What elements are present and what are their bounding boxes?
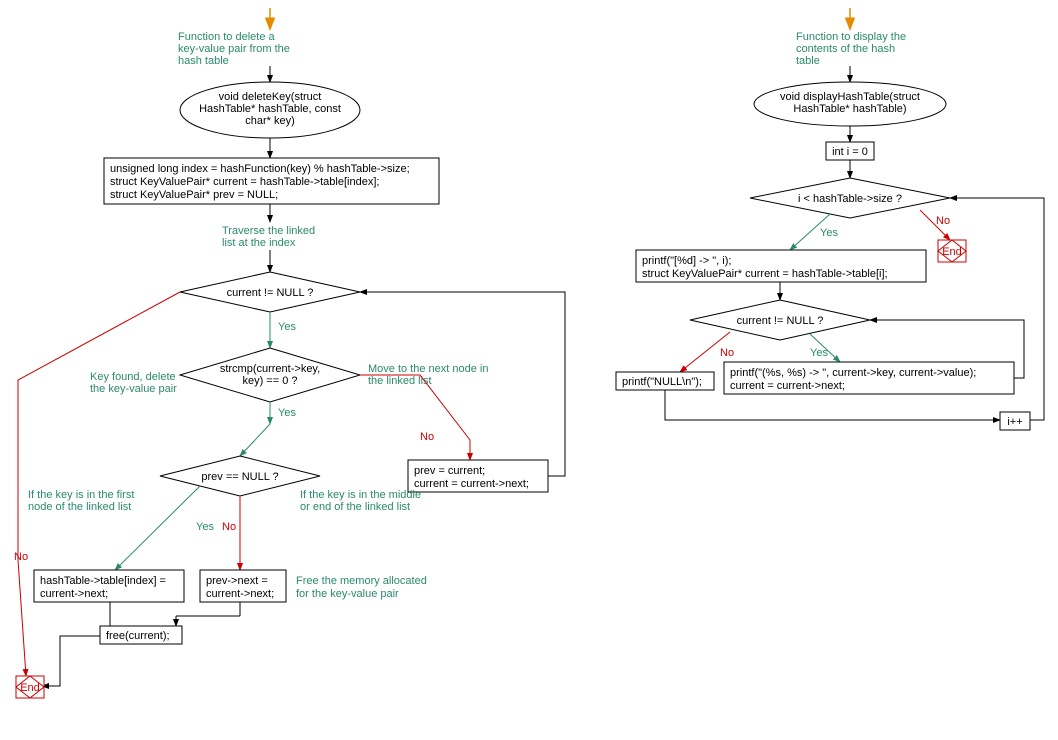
comment-text: Function to delete a — [178, 31, 276, 43]
node-label: current = current->next; — [730, 380, 845, 392]
flowchart-canvas: Function to delete a key-value pair from… — [0, 0, 1058, 740]
comment-text: the linked list — [368, 375, 432, 387]
comment-text: Key found, delete — [90, 371, 176, 383]
edge-label: No — [14, 551, 28, 563]
node-label: void displayHashTable(struct — [780, 91, 920, 103]
comment-text: list at the index — [222, 237, 296, 249]
node-label: hashTable->table[index] = — [40, 575, 166, 587]
node-label: unsigned long index = hashFunction(key) … — [110, 163, 410, 175]
comment-text: key-value pair from the — [178, 43, 290, 55]
comment-text: the key-value pair — [90, 383, 177, 395]
edge-label: No — [420, 431, 434, 443]
node-label: End — [20, 682, 40, 694]
node-label: struct KeyValuePair* current = hashTable… — [110, 176, 379, 188]
edge-yes — [240, 424, 270, 456]
edge-label: Yes — [196, 521, 214, 533]
node-label: prev == NULL ? — [201, 471, 278, 483]
node-label: char* key) — [245, 115, 295, 127]
comment-text: contents of the hash — [796, 43, 895, 55]
edge — [42, 636, 100, 686]
node-label: prev = current; — [414, 465, 485, 477]
node-label: current != NULL ? — [737, 315, 824, 327]
edge-label: No — [222, 521, 236, 533]
node-label: free(current); — [106, 630, 170, 642]
comment-text: If the key is in the first — [28, 489, 134, 501]
edge-label: Yes — [278, 407, 296, 419]
edge-label: No — [720, 347, 734, 359]
node-label: End — [942, 246, 962, 258]
comment-text: Move to the next node in — [368, 363, 488, 375]
node-label: printf("NULL\n"); — [622, 376, 702, 388]
comment-text: If the key is in the middle — [300, 489, 421, 501]
node-label: current->next; — [206, 588, 274, 600]
node-label: current->next; — [40, 588, 108, 600]
comment-text: table — [796, 55, 820, 67]
comment-text: or end of the linked list — [300, 501, 410, 513]
comment-text: Free the memory allocated — [296, 575, 427, 587]
node-label: current != NULL ? — [227, 287, 314, 299]
node-label: struct KeyValuePair* current = hashTable… — [642, 268, 888, 280]
edge-no — [360, 375, 470, 460]
node-label: strcmp(current->key, — [220, 363, 320, 375]
node-label: void deleteKey(struct — [219, 91, 322, 103]
comment-text: hash table — [178, 55, 229, 67]
comment-text: for the key-value pair — [296, 588, 399, 600]
node-label: struct KeyValuePair* prev = NULL; — [110, 189, 278, 201]
edge-label: Yes — [278, 321, 296, 333]
comment-text: Traverse the linked — [222, 225, 315, 237]
node-label: int i = 0 — [832, 146, 868, 158]
edge-label: No — [936, 215, 950, 227]
node-label: i < hashTable->size ? — [798, 193, 902, 205]
node-label: prev->next = — [206, 575, 268, 587]
flowchart-deletekey: Function to delete a key-value pair from… — [14, 8, 565, 698]
node-label: HashTable* hashTable) — [793, 103, 906, 115]
end-node: End — [938, 240, 966, 262]
node-label: key) == 0 ? — [242, 375, 297, 387]
node-label: printf("(%s, %s) -> ", current->key, cur… — [730, 367, 976, 379]
edge-no — [18, 292, 180, 676]
end-node: End — [16, 676, 44, 698]
node-label: HashTable* hashTable, const — [199, 103, 341, 115]
comment-text: Function to display the — [796, 31, 906, 43]
node-label: printf("[%d] -> ", i); — [642, 255, 731, 267]
node-label: current = current->next; — [414, 478, 529, 490]
edge-label: Yes — [820, 227, 838, 239]
node-label: i++ — [1007, 416, 1022, 428]
flowchart-displayhashtable: Function to display the contents of the … — [616, 8, 1044, 430]
comment-text: node of the linked list — [28, 501, 131, 513]
edge-label: Yes — [810, 347, 828, 359]
